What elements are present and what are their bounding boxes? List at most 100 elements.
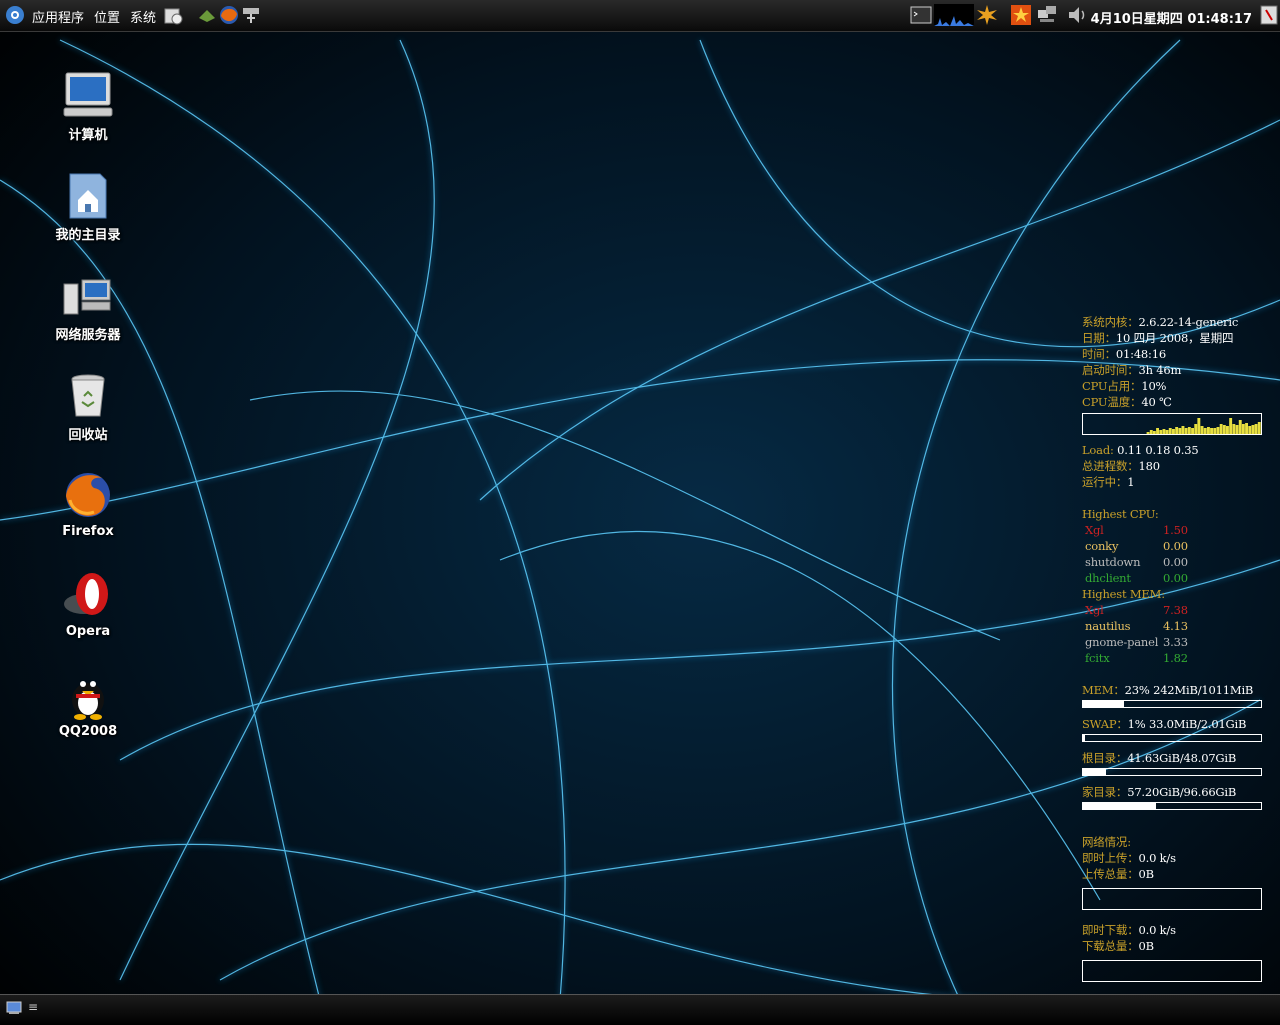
cpu-graph-bar — [1146, 432, 1150, 434]
cpu-graph-bar — [1213, 428, 1217, 434]
process-value: 4.13 — [1163, 619, 1188, 633]
cpu-graph-bar — [1235, 425, 1239, 434]
process-row: dhclient 0.00 — [1082, 570, 1268, 586]
desktop-icon-label: 回收站 — [68, 428, 108, 443]
cpu-graph-bar — [1207, 427, 1210, 434]
menu-applications[interactable]: 应用程序 — [32, 7, 84, 26]
conky-date-value: 10 四月 2008，星期四 — [1115, 331, 1234, 345]
notification-burst-icon[interactable] — [976, 4, 998, 26]
cpu-graph-bar — [1168, 428, 1172, 434]
cpu-graph-bar — [1251, 425, 1255, 434]
network-heading: 网络情况: — [1082, 835, 1131, 849]
conky-system-monitor: 系统内核：2.6.22-14-generic 日期：10 四月 2008，星期四… — [1082, 314, 1268, 994]
conky-root-value: 41.63GiB/48.07GiB — [1127, 751, 1237, 765]
menu-places[interactable]: 位置 — [94, 7, 120, 26]
home-bar — [1082, 802, 1262, 810]
desktop-icon-label: 网络服务器 — [55, 328, 121, 343]
cpu-graph-bar — [1254, 424, 1258, 434]
clock-launcher-icon[interactable] — [162, 4, 184, 26]
desktop-icon-firefox[interactable]: Firefox — [38, 470, 138, 560]
highest-mem-heading: Highest MEM: — [1082, 587, 1165, 601]
conky-mem-value: 23% 242MiB/1011MiB — [1124, 683, 1254, 697]
desktop-icon-opera[interactable]: Opera — [38, 570, 138, 660]
process-row: fcitx 1.82 — [1082, 650, 1268, 666]
cpu-graph-plot — [1146, 418, 1261, 434]
firefox-icon — [66, 473, 110, 517]
process-name: conky — [1085, 539, 1119, 553]
conky-label: 即时下载： — [1082, 923, 1139, 937]
mem-bar-fill — [1083, 701, 1124, 707]
desktop-icon-network-servers[interactable]: 网络服务器 — [38, 270, 138, 360]
download-graph — [1082, 960, 1262, 982]
conky-up-rate-value: 0.0 k/s — [1138, 851, 1176, 865]
cpu-graph-bar — [1248, 426, 1252, 434]
conky-up-rate-row: 即时上传：0.0 k/s — [1082, 850, 1268, 866]
conky-label: 启动时间： — [1082, 363, 1139, 377]
cpu-graph-bar — [1219, 424, 1223, 434]
conky-root-row: 根目录：41.63GiB/48.07GiB — [1082, 750, 1268, 766]
desktop-icon-label: Firefox — [62, 524, 114, 539]
desktop-icon-home[interactable]: 我的主目录 — [38, 170, 138, 260]
cpu-graph-bar — [1194, 424, 1198, 434]
swap-bar-fill — [1083, 735, 1085, 741]
conky-down-total-row: 下载总量：0B — [1082, 938, 1268, 954]
root-bar — [1082, 768, 1262, 776]
process-value: 1.82 — [1163, 651, 1188, 665]
bookmark-launcher-icon[interactable] — [196, 4, 218, 26]
conky-temp-value: 40 ℃ — [1141, 395, 1172, 409]
system-monitor-icon[interactable] — [934, 4, 974, 26]
process-name: Xgl — [1085, 603, 1104, 617]
network-launcher-icon[interactable] — [240, 4, 262, 26]
cpu-graph-bar — [1152, 431, 1156, 434]
conky-label: SWAP： — [1082, 717, 1128, 731]
cpu-graph-bar — [1165, 430, 1169, 434]
conky-label: 即时上传： — [1082, 851, 1139, 865]
conky-kernel-value: 2.6.22-14-generic — [1138, 315, 1239, 329]
clock[interactable]: 4月10日星期四 01:48:17 — [1091, 8, 1252, 27]
conky-temp-row: CPU温度：40 ℃ — [1082, 394, 1268, 410]
highest-cpu-list: Xgl 1.50 conky 0.00 shutdown 0.00 dhclient 0.00 — [1082, 522, 1268, 586]
volume-icon[interactable] — [1066, 4, 1088, 26]
logout-icon[interactable] — [1258, 4, 1280, 26]
desktop-icon-qq[interactable]: QQ2008 — [38, 670, 138, 760]
terminal-icon[interactable] — [910, 4, 932, 26]
main-menu-logo-icon[interactable] — [4, 4, 26, 26]
conky-label: 上传总量： — [1082, 867, 1139, 881]
conky-running-row: 运行中：1 — [1082, 474, 1268, 490]
show-desktop-icon[interactable] — [6, 1001, 22, 1015]
conky-up-total-value: 0B — [1138, 867, 1155, 881]
conky-label: 日期： — [1082, 331, 1116, 345]
home-bar-fill — [1083, 803, 1156, 809]
conky-label: 时间： — [1082, 347, 1116, 361]
conky-date-row: 日期：10 四月 2008，星期四 — [1082, 330, 1268, 346]
upload-graph — [1082, 888, 1262, 910]
update-notifier-icon[interactable] — [1010, 4, 1032, 26]
cpu-graph-bar — [1241, 424, 1245, 434]
conky-label: 运行中： — [1082, 475, 1128, 489]
mem-bar — [1082, 700, 1262, 708]
window-list-handle-icon[interactable]: ≡ — [28, 1000, 38, 1014]
process-row: conky 0.00 — [1082, 538, 1268, 554]
conky-down-rate-value: 0.0 k/s — [1138, 923, 1176, 937]
process-name: Xgl — [1085, 523, 1104, 537]
desktop-icon-label: Opera — [65, 624, 111, 639]
menu-system[interactable]: 系统 — [130, 7, 156, 26]
process-row: gnome-panel 3.33 — [1082, 634, 1268, 650]
desktop-icon-trash[interactable]: 回收站 — [38, 370, 138, 460]
cpu-graph-bar — [1162, 429, 1166, 434]
desktop-icon-computer[interactable]: 计算机 — [38, 70, 138, 160]
swap-bar — [1082, 734, 1262, 742]
cpu-graph-bar — [1257, 422, 1261, 434]
highest-mem-list: Xgl 7.38 nautilus 4.13 gnome-panel 3.33 fcitx 1… — [1082, 602, 1268, 666]
network-status-icon[interactable] — [1036, 4, 1058, 26]
cpu-graph-bar — [1172, 429, 1175, 434]
conky-down-rate-row: 即时下载：0.0 k/s — [1082, 922, 1268, 938]
firefox-launcher-icon[interactable] — [218, 4, 240, 26]
conky-home-row: 家目录：57.20GiB/96.66GiB — [1082, 784, 1268, 800]
cpu-graph-bar — [1238, 420, 1242, 434]
process-name: gnome-panel — [1085, 635, 1159, 649]
cpu-graph-bar — [1226, 426, 1229, 434]
cpu-graph-bar — [1181, 426, 1185, 434]
